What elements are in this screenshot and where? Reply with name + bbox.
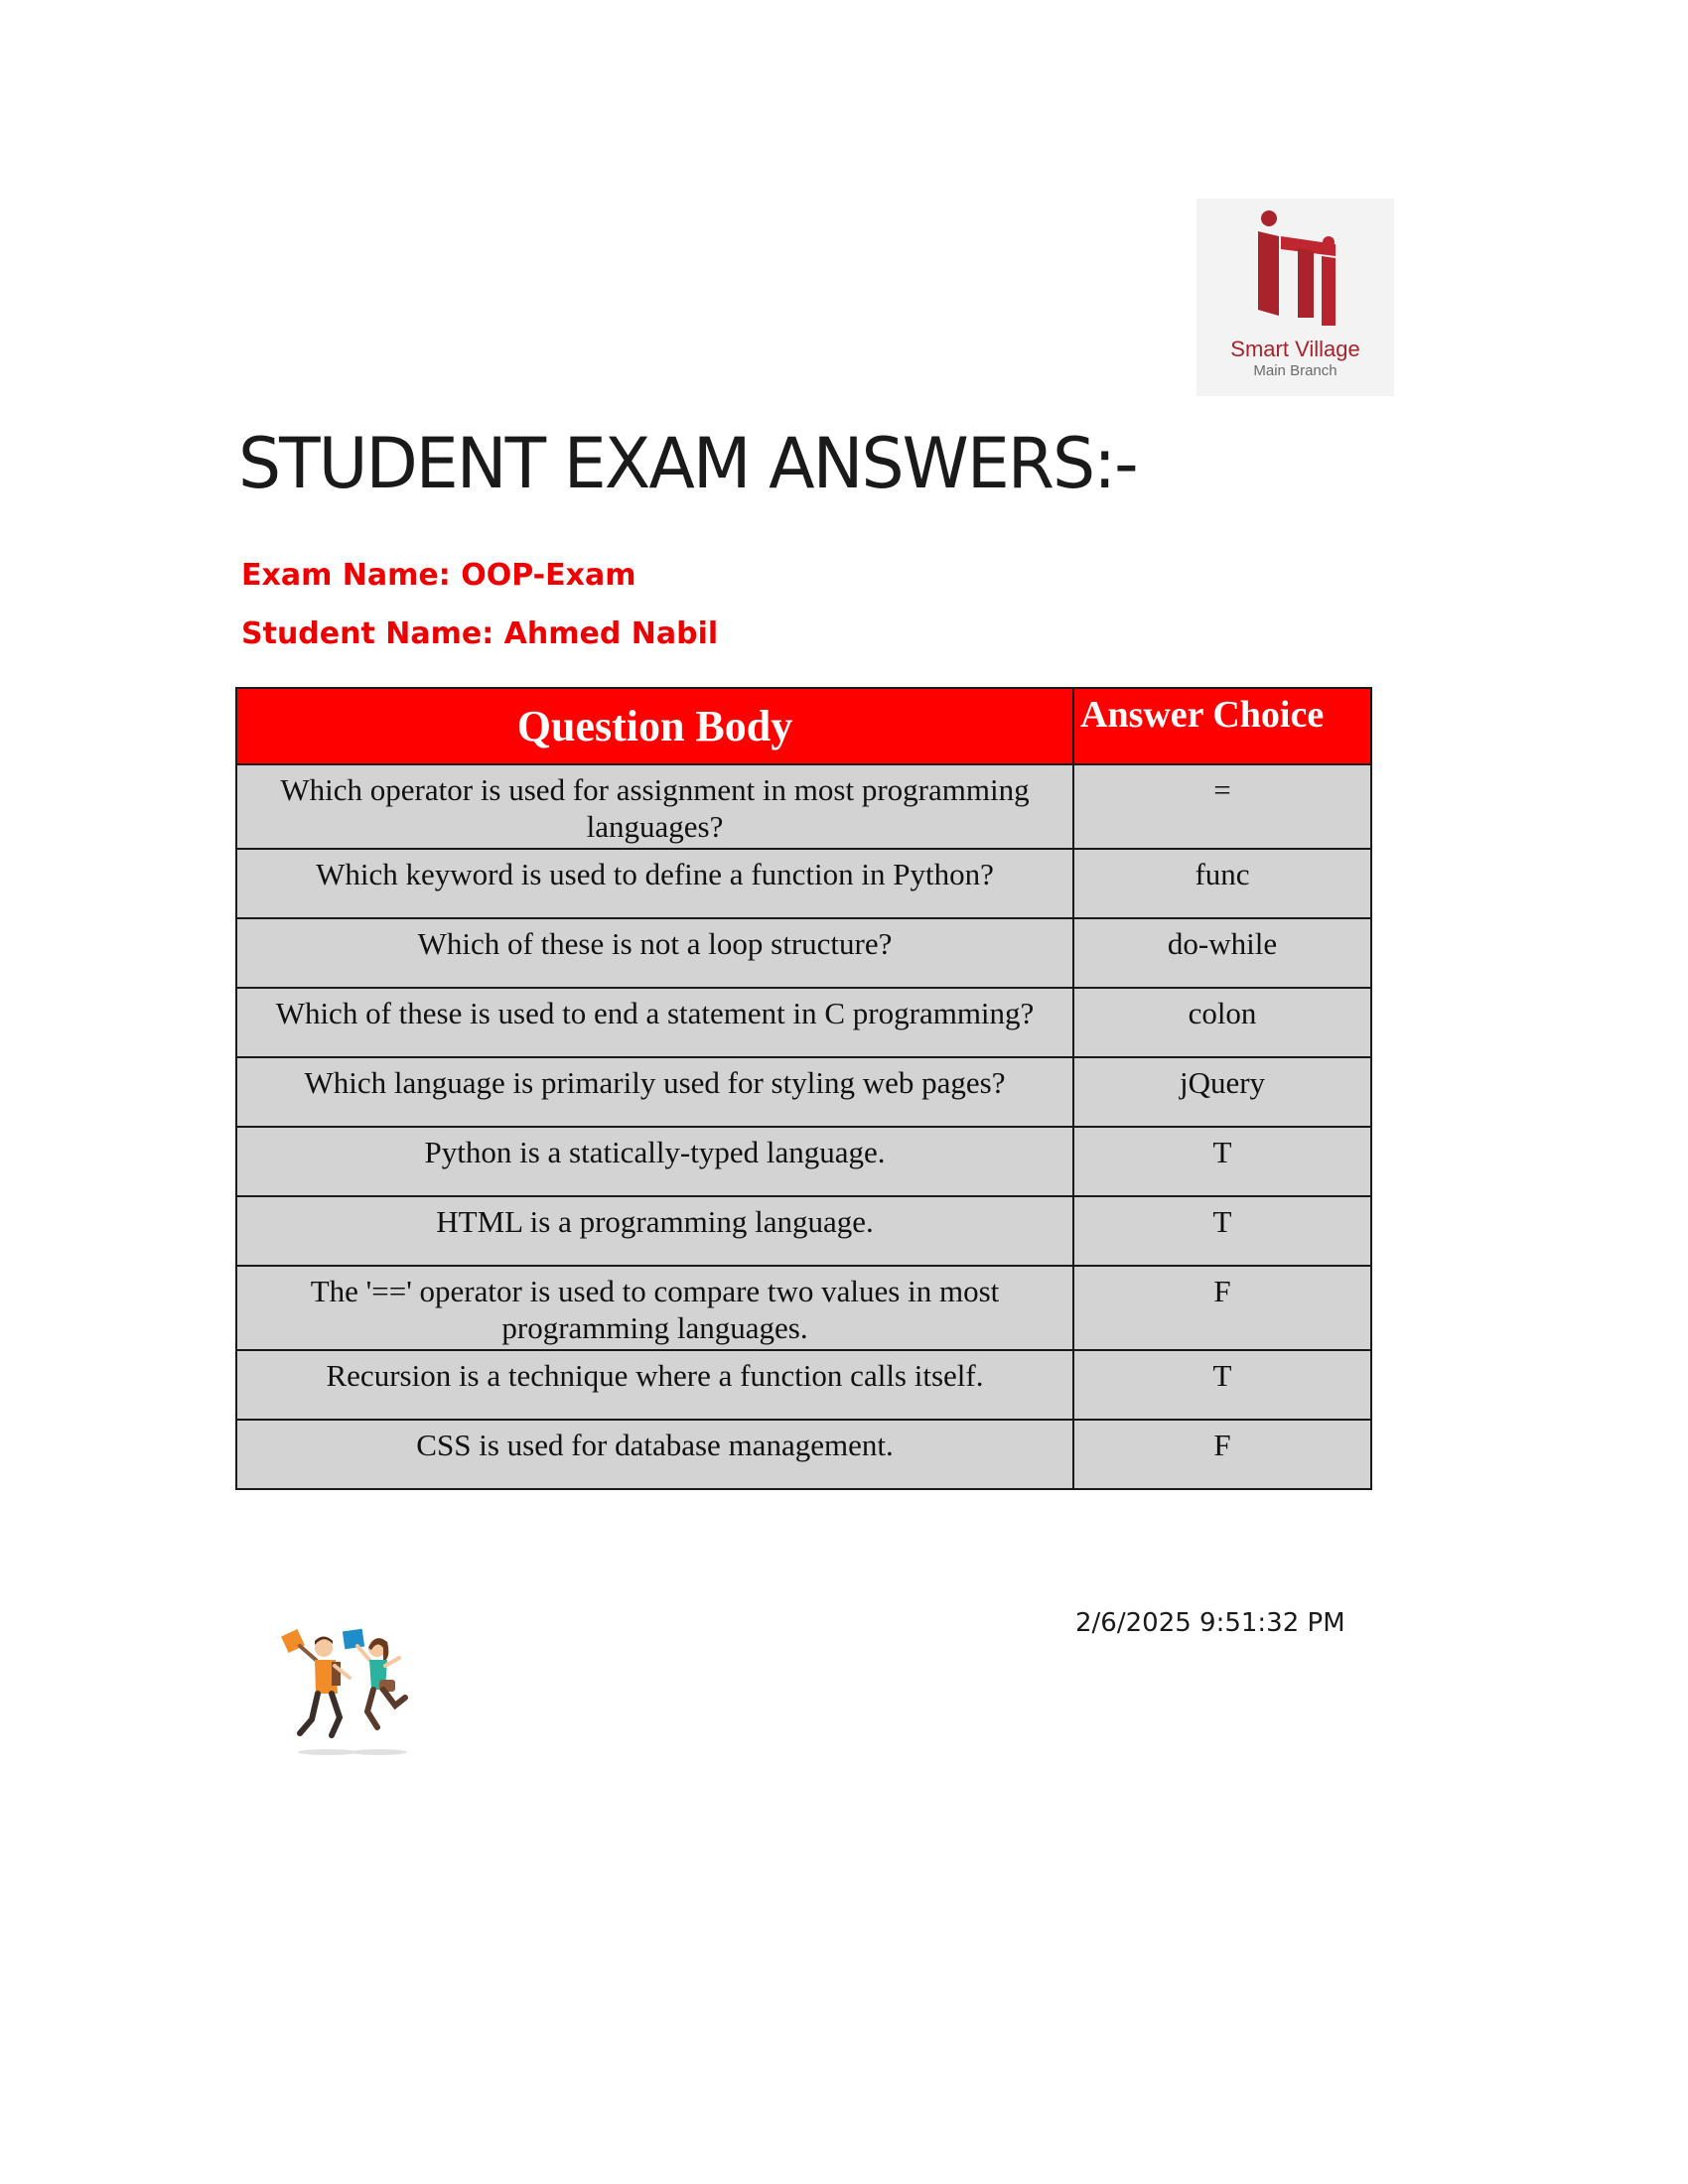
answers-table: Question Body Answer Choice Which operat… — [235, 687, 1372, 1490]
logo-subtitle: Main Branch — [1253, 362, 1337, 379]
table-row: HTML is a programming language. T — [235, 1195, 1372, 1267]
question-cell: Which keyword is used to define a functi… — [235, 848, 1074, 919]
question-cell: Which of these is not a loop structure? — [235, 917, 1074, 989]
answer-cell: T — [1072, 1126, 1372, 1197]
question-cell: Which of these is used to end a statemen… — [235, 987, 1074, 1058]
question-cell: Recursion is a technique where a functio… — [235, 1349, 1074, 1421]
table-row: The '==' operator is used to compare two… — [235, 1265, 1372, 1351]
answer-cell: colon — [1072, 987, 1372, 1058]
table-row: Which of these is not a loop structure? … — [235, 917, 1372, 989]
question-cell: Which language is primarily used for sty… — [235, 1056, 1074, 1128]
question-cell: CSS is used for database management. — [235, 1419, 1074, 1490]
iti-logo: Smart Village Main Branch — [1196, 199, 1394, 396]
jumping-students-illustration — [281, 1628, 408, 1755]
header-question-body: Question Body — [235, 687, 1074, 765]
question-cell: Python is a statically-typed language. — [235, 1126, 1074, 1197]
answer-cell: = — [1072, 763, 1372, 850]
table-row: Which operator is used for assignment in… — [235, 763, 1372, 850]
question-cell: HTML is a programming language. — [235, 1195, 1074, 1267]
answer-cell: jQuery — [1072, 1056, 1372, 1128]
question-cell: The '==' operator is used to compare two… — [235, 1265, 1074, 1351]
answer-cell: func — [1072, 848, 1372, 919]
table-row: CSS is used for database management. F — [235, 1419, 1372, 1490]
table-row: Recursion is a technique where a functio… — [235, 1349, 1372, 1421]
header-answer-choice: Answer Choice — [1072, 687, 1372, 765]
answer-cell: F — [1072, 1419, 1372, 1490]
table-header-row: Question Body Answer Choice — [235, 687, 1372, 765]
question-cell: Which operator is used for assignment in… — [235, 763, 1074, 850]
answer-cell: T — [1072, 1349, 1372, 1421]
student-name: Student Name: Ahmed Nabil — [241, 616, 719, 651]
answer-cell: F — [1072, 1265, 1372, 1351]
timestamp: 2/6/2025 9:51:32 PM — [1075, 1608, 1345, 1638]
table-row: Which language is primarily used for sty… — [235, 1056, 1372, 1128]
logo-title: Smart Village — [1230, 337, 1360, 361]
page-title: STUDENT EXAM ANSWERS:- — [238, 423, 1139, 504]
answer-cell: T — [1072, 1195, 1372, 1267]
exam-name: Exam Name: OOP-Exam — [241, 558, 636, 593]
table-row: Python is a statically-typed language. T — [235, 1126, 1372, 1197]
table-row: Which of these is used to end a statemen… — [235, 987, 1372, 1058]
table-row: Which keyword is used to define a functi… — [235, 848, 1372, 919]
answer-cell: do-while — [1072, 917, 1372, 989]
